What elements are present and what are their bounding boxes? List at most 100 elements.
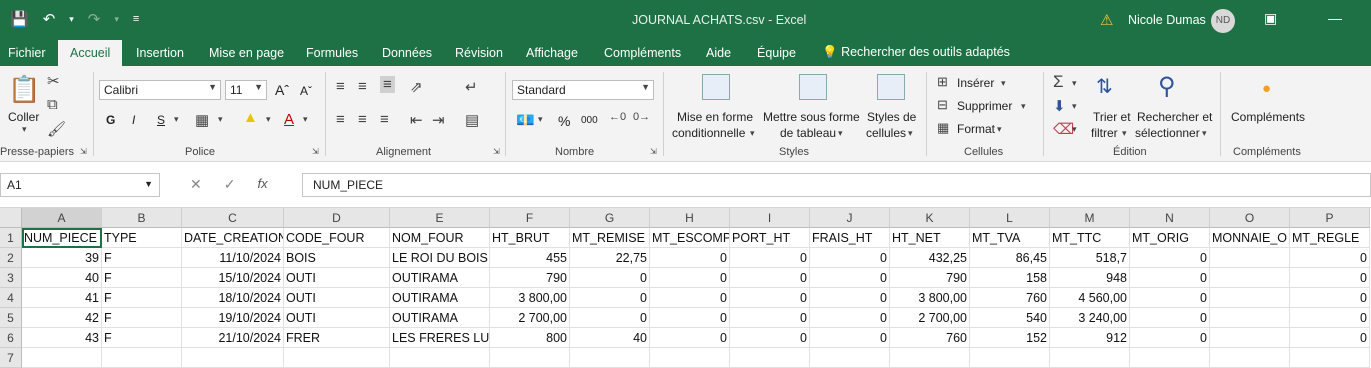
minimize-icon[interactable]: — bbox=[1328, 10, 1342, 26]
paste-label[interactable]: Coller bbox=[8, 110, 39, 124]
data-cell[interactable]: 790 bbox=[490, 268, 570, 288]
data-cell[interactable]: 948 bbox=[1050, 268, 1130, 288]
font-size-select[interactable]: 11 ▼ bbox=[225, 80, 267, 100]
delete-cells-label[interactable]: Supprimer bbox=[957, 99, 1012, 113]
column-header[interactable]: N bbox=[1130, 208, 1210, 228]
column-header[interactable]: P bbox=[1290, 208, 1370, 228]
data-cell[interactable] bbox=[970, 348, 1050, 368]
number-launcher-icon[interactable]: ⇲ bbox=[650, 147, 657, 156]
chevron-down-icon[interactable]: ▾ bbox=[997, 124, 1002, 135]
ribbon-display-options-icon[interactable]: ▣ bbox=[1264, 10, 1277, 27]
data-cell[interactable]: 4 560,00 bbox=[1050, 288, 1130, 308]
data-cell[interactable]: OUTI bbox=[284, 308, 390, 328]
header-cell[interactable]: MT_REMISE bbox=[570, 228, 650, 248]
font-color-icon[interactable]: A bbox=[284, 111, 294, 128]
conditional-format-icon[interactable] bbox=[702, 74, 730, 100]
alignment-launcher-icon[interactable]: ⇲ bbox=[493, 147, 500, 156]
formula-input[interactable]: NUM_PIECE bbox=[302, 173, 1371, 197]
tab-formules[interactable]: Formules bbox=[306, 46, 358, 60]
data-cell[interactable]: 0 bbox=[650, 248, 730, 268]
undo-icon[interactable]: ↶ bbox=[43, 10, 56, 28]
data-cell[interactable]: 455 bbox=[490, 248, 570, 268]
row-header[interactable]: 3 bbox=[0, 268, 22, 288]
format-cells-label[interactable]: Format bbox=[957, 122, 995, 136]
tab-equipe[interactable]: Équipe bbox=[757, 46, 796, 60]
data-cell[interactable]: 11/10/2024 bbox=[182, 248, 284, 268]
paste-icon[interactable]: 📋 bbox=[8, 74, 40, 105]
font-launcher-icon[interactable]: ⇲ bbox=[312, 147, 319, 156]
tab-insertion[interactable]: Insertion bbox=[136, 46, 184, 60]
header-cell[interactable]: TYPE bbox=[102, 228, 182, 248]
data-cell[interactable]: 158 bbox=[970, 268, 1050, 288]
align-top-icon[interactable]: ≡ bbox=[336, 78, 345, 95]
data-cell[interactable]: 0 bbox=[1130, 328, 1210, 348]
increase-font-icon[interactable]: Aˆ bbox=[275, 82, 289, 98]
data-cell[interactable]: 790 bbox=[890, 268, 970, 288]
enter-icon[interactable]: ✓ bbox=[224, 176, 236, 193]
data-cell[interactable]: 0 bbox=[650, 268, 730, 288]
data-cell[interactable]: 0 bbox=[1290, 328, 1370, 348]
row-header[interactable]: 6 bbox=[0, 328, 22, 348]
chevron-down-icon[interactable]: ▾ bbox=[1122, 128, 1127, 139]
column-header[interactable]: F bbox=[490, 208, 570, 228]
data-cell[interactable]: 0 bbox=[570, 288, 650, 308]
data-cell[interactable]: 2 700,00 bbox=[890, 308, 970, 328]
data-cell[interactable]: 0 bbox=[730, 248, 810, 268]
data-cell[interactable] bbox=[1210, 288, 1290, 308]
header-cell[interactable]: MT_TTC bbox=[1050, 228, 1130, 248]
data-cell[interactable]: 40 bbox=[570, 328, 650, 348]
format-as-table-label-1[interactable]: Mettre sous forme bbox=[763, 110, 860, 124]
data-cell[interactable] bbox=[650, 348, 730, 368]
data-cell[interactable]: 18/10/2024 bbox=[182, 288, 284, 308]
fill-icon[interactable]: ⬇ bbox=[1053, 97, 1066, 115]
data-cell[interactable]: 0 bbox=[810, 308, 890, 328]
undo-dropdown-icon[interactable]: ▾ bbox=[69, 14, 74, 25]
cell-styles-label-2[interactable]: cellules bbox=[866, 126, 906, 140]
customize-qat-icon[interactable]: ≡ bbox=[133, 13, 139, 25]
data-cell[interactable] bbox=[1210, 248, 1290, 268]
data-cell[interactable]: 0 bbox=[730, 308, 810, 328]
fill-color-dropdown-icon[interactable]: ▾ bbox=[266, 114, 271, 125]
redo-dropdown-icon[interactable]: ▾ bbox=[114, 14, 119, 25]
column-header[interactable]: I bbox=[730, 208, 810, 228]
insert-cells-icon[interactable]: ⊞ bbox=[937, 74, 948, 90]
column-header[interactable]: A bbox=[22, 208, 102, 228]
clipboard-launcher-icon[interactable]: ⇲ bbox=[80, 147, 87, 156]
autosum-icon[interactable]: Σ bbox=[1053, 72, 1064, 92]
data-cell[interactable] bbox=[390, 348, 490, 368]
header-cell[interactable]: MT_ORIG bbox=[1130, 228, 1210, 248]
data-cell[interactable]: 43 bbox=[22, 328, 102, 348]
insert-function-icon[interactable]: fx bbox=[257, 176, 267, 193]
column-header[interactable]: J bbox=[810, 208, 890, 228]
data-cell[interactable]: 0 bbox=[1290, 308, 1370, 328]
data-cell[interactable]: 0 bbox=[1290, 268, 1370, 288]
data-cell[interactable]: 40 bbox=[22, 268, 102, 288]
decrease-indent-icon[interactable]: ⇤ bbox=[410, 111, 423, 129]
data-cell[interactable]: 86,45 bbox=[970, 248, 1050, 268]
cell-styles-label-1[interactable]: Styles de bbox=[867, 110, 916, 124]
data-cell[interactable] bbox=[1210, 348, 1290, 368]
data-cell[interactable]: OUTIRAMA bbox=[390, 268, 490, 288]
data-cell[interactable] bbox=[1210, 268, 1290, 288]
redo-icon[interactable]: ↷ bbox=[88, 10, 101, 28]
data-cell[interactable]: 2 700,00 bbox=[490, 308, 570, 328]
sort-filter-label-2[interactable]: filtrer bbox=[1091, 126, 1118, 140]
tab-affichage[interactable]: Affichage bbox=[526, 46, 578, 60]
data-cell[interactable] bbox=[810, 348, 890, 368]
find-select-label-2[interactable]: sélectionner bbox=[1135, 126, 1200, 140]
cancel-icon[interactable]: ✕ bbox=[190, 176, 202, 193]
header-cell[interactable]: HT_NET bbox=[890, 228, 970, 248]
data-cell[interactable]: 3 800,00 bbox=[890, 288, 970, 308]
data-cell[interactable]: 0 bbox=[810, 328, 890, 348]
data-cell[interactable]: 41 bbox=[22, 288, 102, 308]
format-cells-icon[interactable]: ▦ bbox=[937, 120, 949, 136]
column-header[interactable]: B bbox=[102, 208, 182, 228]
row-header[interactable]: 7 bbox=[0, 348, 22, 368]
data-cell[interactable]: F bbox=[102, 248, 182, 268]
column-header[interactable]: O bbox=[1210, 208, 1290, 228]
row-header[interactable]: 1 bbox=[0, 228, 22, 248]
row-header[interactable]: 4 bbox=[0, 288, 22, 308]
chevron-down-icon[interactable]: ▾ bbox=[908, 128, 913, 139]
tab-donnees[interactable]: Données bbox=[382, 46, 432, 60]
chevron-down-icon[interactable]: ▾ bbox=[750, 128, 755, 139]
